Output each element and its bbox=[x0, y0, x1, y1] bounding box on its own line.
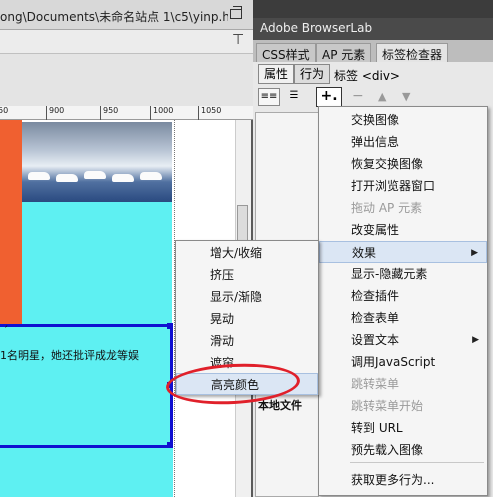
horizontal-ruler: 850 900 950 1000 1050 bbox=[0, 106, 253, 120]
menu-item-open-browser-window[interactable]: 打开浏览器窗口 bbox=[319, 175, 487, 197]
cyan-div-lower bbox=[0, 448, 173, 497]
ruler-tick: 1000 bbox=[150, 106, 173, 120]
document-toolbar-area bbox=[0, 54, 253, 106]
subtab-properties[interactable]: 属性 bbox=[258, 64, 294, 84]
menu-item-preload-images[interactable]: 预先载入图像 bbox=[319, 439, 487, 461]
document-toolbar bbox=[0, 30, 253, 54]
menu-item-validate-form[interactable]: 检查表单 bbox=[319, 307, 487, 329]
show-all-events-icon[interactable]: ☰ bbox=[283, 88, 305, 106]
menu-item-set-text[interactable]: 设置文本 ▶ bbox=[319, 329, 487, 351]
menu-item-show-hide-elements[interactable]: 显示-隐藏元素 bbox=[319, 263, 487, 285]
tab-css-styles[interactable]: CSS样式 bbox=[256, 43, 316, 62]
panel-menu-icon[interactable] bbox=[482, 40, 493, 60]
panel-group-header bbox=[253, 0, 493, 18]
filter-icon[interactable]: ⊤ bbox=[232, 32, 244, 48]
submenu-item-grow-shrink[interactable]: 增大/收缩 bbox=[176, 242, 318, 264]
ruler-tick: 850 bbox=[0, 106, 8, 120]
menu-item-call-javascript[interactable]: 调用JavaScript bbox=[319, 351, 487, 373]
menu-item-popup-message[interactable]: 弹出信息 bbox=[319, 131, 487, 153]
submenu-item-slide[interactable]: 滑动 bbox=[176, 330, 318, 352]
selected-div[interactable] bbox=[0, 323, 173, 448]
menu-item-jump-menu: 跳转菜单 bbox=[351, 377, 400, 391]
show-set-events-icon[interactable]: ≡≡ bbox=[258, 88, 280, 106]
tab-tag-inspector[interactable]: 标签检查器 bbox=[376, 43, 449, 62]
move-up-button[interactable]: ▲ bbox=[378, 90, 386, 103]
tab-ap-elements[interactable]: AP 元素 bbox=[316, 43, 372, 62]
menu-separator bbox=[350, 462, 484, 463]
browserlab-label: Adobe BrowserLab bbox=[260, 21, 373, 35]
remove-behavior-button[interactable]: − bbox=[352, 88, 364, 104]
subtab-behaviors[interactable]: 行为 bbox=[294, 64, 330, 84]
menu-item-effects[interactable]: 效果 ▶ bbox=[319, 241, 487, 263]
move-down-button[interactable]: ▼ bbox=[402, 90, 410, 103]
menu-item-get-more-behaviors[interactable]: 获取更多行为... bbox=[319, 469, 487, 491]
menu-item-swap-image[interactable]: 交换图像 bbox=[319, 109, 487, 131]
text-mark: ˊ bbox=[3, 324, 9, 337]
menu-item-check-plugin[interactable]: 检查插件 bbox=[319, 285, 487, 307]
ruler-tick: 900 bbox=[46, 106, 64, 120]
orange-column bbox=[0, 120, 22, 324]
menu-item-set-text-label: 设置文本 bbox=[351, 333, 400, 347]
menu-item-drag-ap-element: 拖动 AP 元素 bbox=[351, 201, 423, 215]
submenu-item-shake[interactable]: 晃动 bbox=[176, 308, 318, 330]
submenu-arrow-icon: ▶ bbox=[472, 335, 479, 345]
ruler-tick: 950 bbox=[100, 106, 118, 120]
add-behavior-button[interactable]: +. bbox=[316, 87, 342, 107]
submenu-item-squish[interactable]: 挤压 bbox=[176, 264, 318, 286]
restore-window-icon[interactable] bbox=[230, 6, 242, 19]
menu-item-jump-menu-go: 跳转菜单开始 bbox=[351, 399, 424, 413]
cyan-div[interactable] bbox=[22, 202, 172, 324]
menu-item-swap-image-restore[interactable]: 恢复交换图像 bbox=[319, 153, 487, 175]
menu-item-go-to-url[interactable]: 转到 URL bbox=[319, 417, 487, 439]
tag-label: 标签 <div> bbox=[334, 69, 400, 83]
paragraph-text: 1名明星，她还批评成龙等娱 bbox=[0, 349, 139, 362]
menu-item-effects-label: 效果 bbox=[352, 246, 377, 260]
submenu-item-appear-fade[interactable]: 显示/渐隐 bbox=[176, 286, 318, 308]
ruler-tick: 1050 bbox=[198, 106, 221, 120]
submenu-arrow-icon: ▶ bbox=[471, 248, 478, 258]
document-title: ong\Documents\未命名站点 1\c5\yinp.html bbox=[0, 10, 228, 24]
cars-photo[interactable] bbox=[22, 122, 172, 202]
menu-item-change-property[interactable]: 改变属性 bbox=[319, 219, 487, 241]
